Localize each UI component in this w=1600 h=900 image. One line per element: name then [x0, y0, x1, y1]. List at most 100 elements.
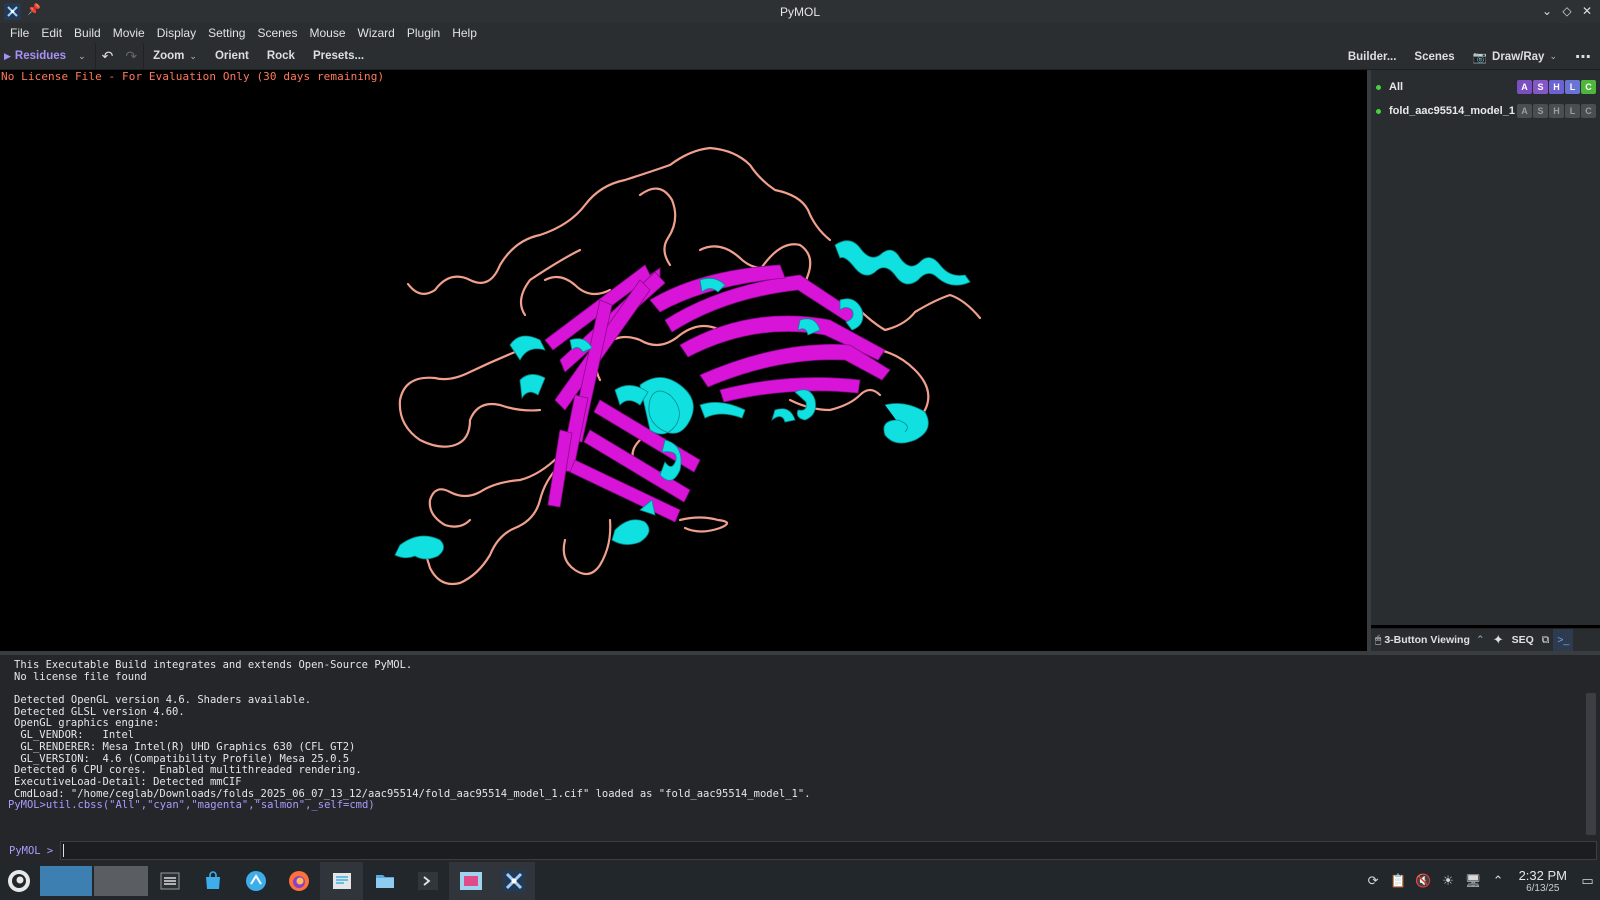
show-button[interactable]: S: [1533, 104, 1548, 118]
terminal-icon[interactable]: [406, 862, 449, 900]
toolbar: ▶ Residues ⌄ ↶ ↷ Zoom ⌄ Orient Rock Pres…: [0, 42, 1600, 70]
presets-button[interactable]: Presets...: [304, 43, 373, 70]
panel-footer: 🖱 3-Button Viewing ⌃ ✦ SEQ ⧉ >_: [1371, 628, 1600, 652]
hide-button[interactable]: H: [1549, 104, 1564, 118]
maximize-icon[interactable]: ◇: [1560, 2, 1574, 20]
draw-ray-label: Draw/Ray: [1492, 50, 1545, 63]
console-line: Detected OpenGL version 4.6. Shaders ava…: [14, 694, 312, 707]
object-panel: All A S H L C fold_aac95514_model_1 A S …: [1371, 70, 1600, 625]
scenes-button[interactable]: Scenes: [1405, 43, 1463, 70]
pymol-logo-icon: [4, 3, 21, 20]
label-button[interactable]: L: [1565, 80, 1580, 94]
command-bar: PyMOL >: [0, 839, 1600, 862]
kde-connect-icon[interactable]: [234, 862, 277, 900]
hide-button[interactable]: H: [1549, 80, 1564, 94]
mouse-mode-label: 3-Button Viewing: [1384, 634, 1470, 646]
mouse-mode-button[interactable]: 🖱 3-Button Viewing ⌃: [1371, 629, 1489, 652]
console-last-command: PyMOL>util.cbss("All","cyan","magenta","…: [8, 799, 375, 812]
clock-time: 2:32 PM: [1518, 868, 1567, 883]
residues-selection-mode-button[interactable]: ▶ Residues ⌄: [0, 43, 95, 70]
display-icon[interactable]: 🖥: [1461, 862, 1486, 900]
virtual-desktop-1[interactable]: [40, 862, 92, 900]
clipboard-icon[interactable]: 📋: [1386, 862, 1411, 900]
taskbar: ⟳ 📋 🔇 ☀ 🖥 ⌃ 2:32 PM 6/13/25 ▭: [0, 862, 1600, 900]
system-settings-icon[interactable]: [148, 862, 191, 900]
console-toggle-icon[interactable]: >_: [1553, 628, 1574, 652]
residues-label: Residues: [14, 50, 67, 62]
sequence-button[interactable]: SEQ: [1508, 629, 1538, 652]
pymol-taskbar-icon[interactable]: [492, 862, 535, 900]
menu-scenes[interactable]: Scenes: [251, 26, 303, 40]
object-name[interactable]: fold_aac95514_model_1: [1389, 105, 1517, 117]
brightness-icon[interactable]: ☀: [1436, 862, 1461, 900]
console-line: No license file found: [14, 670, 147, 683]
color-button[interactable]: C: [1581, 80, 1596, 94]
chevron-down-icon: ⌄: [189, 50, 197, 61]
zoom-label: Zoom: [153, 50, 185, 62]
discover-store-icon[interactable]: [191, 862, 234, 900]
volume-muted-icon[interactable]: 🔇: [1411, 862, 1436, 900]
command-input[interactable]: [60, 841, 1597, 860]
screenshot-tool-icon[interactable]: [449, 862, 492, 900]
gallery-icon[interactable]: ⧉: [1538, 629, 1554, 652]
chevron-down-icon: ⌄: [1549, 51, 1557, 61]
orient-button[interactable]: Orient: [206, 43, 258, 70]
protein-cartoon[interactable]: [0, 70, 1367, 651]
command-prompt: PyMOL >: [9, 844, 54, 857]
clock[interactable]: 2:32 PM 6/13/25: [1511, 868, 1575, 894]
menu-display[interactable]: Display: [151, 26, 202, 40]
file-manager-icon[interactable]: [363, 862, 406, 900]
action-button[interactable]: A: [1517, 80, 1532, 94]
zoom-button[interactable]: Zoom ⌄: [144, 43, 206, 70]
menu-build[interactable]: Build: [68, 26, 107, 40]
close-icon[interactable]: ✕: [1580, 2, 1594, 20]
action-button[interactable]: A: [1517, 104, 1532, 118]
more-options-icon[interactable]: ⋯: [1566, 43, 1600, 70]
menu-setting[interactable]: Setting: [202, 26, 251, 40]
chevron-down-icon[interactable]: ⌄: [78, 51, 86, 62]
show-desktop-icon[interactable]: ▭: [1575, 862, 1600, 900]
molecular-viewport[interactable]: No License File - For Evaluation Only (3…: [0, 70, 1367, 651]
console-line: This Executable Build integrates and ext…: [14, 659, 413, 671]
color-button[interactable]: C: [1581, 104, 1596, 118]
window-titlebar: 📌 PyMOL ⌄ ◇ ✕: [0, 0, 1600, 23]
cursor-arrow-icon: ▶: [4, 50, 11, 61]
builder-button[interactable]: Builder...: [1339, 43, 1406, 70]
pin-icon[interactable]: 📌: [27, 3, 41, 16]
menu-wizard[interactable]: Wizard: [352, 26, 401, 40]
firefox-icon[interactable]: [277, 862, 320, 900]
object-row-model[interactable]: fold_aac95514_model_1 A S H L C: [1371, 100, 1600, 122]
undo-icon[interactable]: ↶: [96, 43, 120, 70]
menu-file[interactable]: File: [4, 26, 35, 40]
rock-button[interactable]: Rock: [258, 43, 304, 70]
text-caret: [63, 844, 64, 857]
menu-help[interactable]: Help: [446, 26, 483, 40]
label-button[interactable]: L: [1565, 104, 1580, 118]
menu-movie[interactable]: Movie: [107, 26, 151, 40]
menu-edit[interactable]: Edit: [35, 26, 68, 40]
menu-mouse[interactable]: Mouse: [303, 26, 351, 40]
object-name[interactable]: All: [1389, 81, 1517, 93]
console-line: GL_RENDERER: Mesa Intel(R) UHD Graphics …: [14, 740, 356, 753]
enabled-indicator-icon[interactable]: [1376, 84, 1381, 90]
mouse-icon: 🖱: [1375, 633, 1382, 646]
chevron-up-icon: ⌃: [1475, 634, 1485, 646]
console-output: This Executable Build integrates and ext…: [0, 655, 1600, 839]
text-editor-icon[interactable]: [320, 862, 363, 900]
console-scrollbar[interactable]: [1586, 693, 1596, 835]
network-sync-icon[interactable]: ⟳: [1361, 862, 1386, 900]
console-line: ExecutiveLoad-Detail: Detected mmCIF: [14, 775, 242, 788]
application-launcher-icon[interactable]: [0, 862, 38, 900]
menu-bar: File Edit Build Movie Display Setting Sc…: [0, 23, 1600, 43]
minimize-icon[interactable]: ⌄: [1540, 2, 1554, 20]
tray-expand-icon[interactable]: ⌃: [1486, 862, 1511, 900]
magic-wand-icon[interactable]: ✦: [1489, 629, 1508, 652]
object-row-all[interactable]: All A S H L C: [1371, 76, 1600, 98]
menu-plugin[interactable]: Plugin: [401, 26, 446, 40]
virtual-desktop-2[interactable]: [94, 862, 148, 900]
show-button[interactable]: S: [1533, 80, 1548, 94]
camera-icon: 📷: [1472, 51, 1488, 64]
redo-icon[interactable]: ↷: [119, 43, 143, 70]
enabled-indicator-icon[interactable]: [1376, 108, 1381, 114]
draw-ray-button[interactable]: 📷 Draw/Ray ⌄: [1464, 43, 1566, 70]
